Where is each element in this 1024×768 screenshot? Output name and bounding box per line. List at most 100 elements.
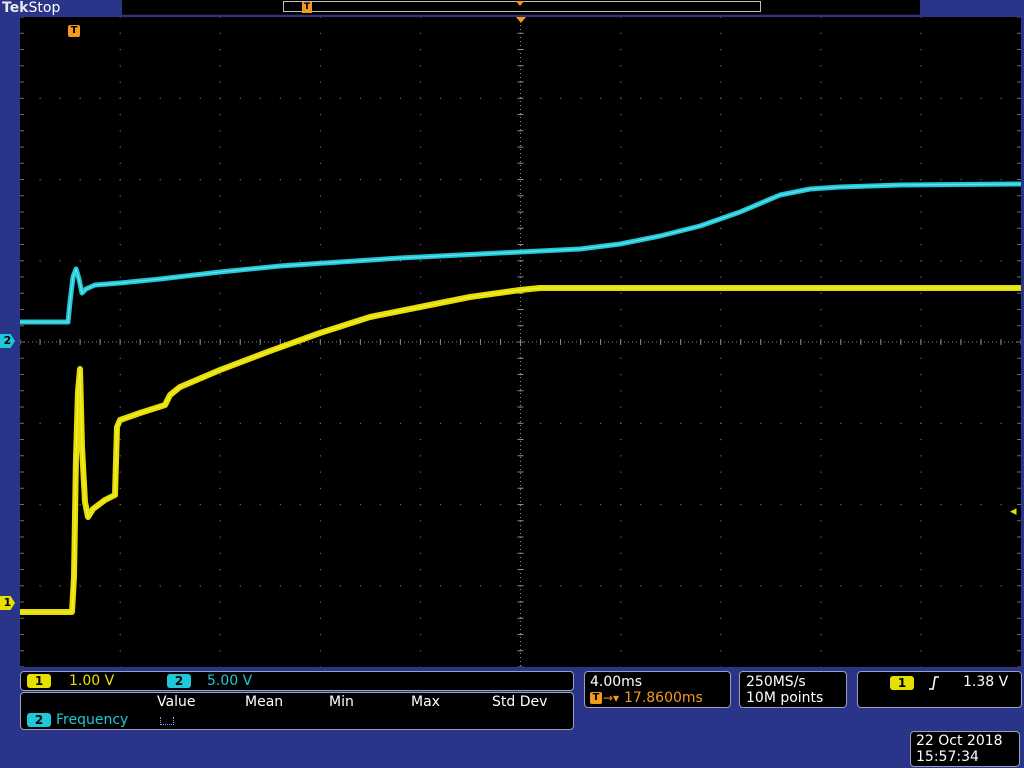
grid-dot bbox=[219, 114, 221, 116]
meas-channel-badge[interactable]: 2 bbox=[27, 713, 51, 727]
trigger-level[interactable]: 1.38 V bbox=[963, 674, 1008, 690]
grid-dot bbox=[580, 504, 582, 506]
grid-dot bbox=[920, 504, 922, 506]
grid-dot bbox=[920, 552, 922, 554]
grid-dot bbox=[720, 49, 722, 51]
grid-dot bbox=[740, 585, 742, 587]
grid-dot bbox=[119, 276, 121, 278]
grid-dot bbox=[820, 146, 822, 148]
grid-dot bbox=[459, 504, 462, 506]
grid-dot bbox=[800, 585, 802, 587]
grid-dot bbox=[319, 49, 321, 51]
grid-dot bbox=[920, 49, 922, 51]
grid-dot bbox=[79, 97, 81, 99]
grid-dot bbox=[860, 97, 862, 99]
time-per-div[interactable]: 4.00ms bbox=[590, 674, 642, 690]
grid-dot bbox=[540, 422, 542, 424]
grid-dot bbox=[419, 601, 422, 603]
grid-dot bbox=[820, 325, 822, 327]
grid-dot bbox=[820, 81, 822, 83]
grid-dot bbox=[119, 97, 121, 99]
grid-dot bbox=[960, 585, 962, 587]
grid-dot bbox=[700, 422, 702, 424]
grid-dot bbox=[920, 390, 922, 392]
acquisition-panel[interactable]: 250MS/s 10M points bbox=[739, 671, 847, 708]
grid-dot bbox=[620, 146, 622, 148]
sample-rate[interactable]: 250MS/s bbox=[746, 674, 806, 690]
grid-dot bbox=[199, 585, 201, 587]
grid-dot bbox=[319, 357, 321, 359]
grid-dot bbox=[219, 17, 221, 18]
grid-dot bbox=[620, 260, 622, 262]
grid-dot bbox=[179, 179, 181, 181]
grid-dot bbox=[319, 536, 321, 538]
ch2-ground-marker[interactable]: 2 bbox=[0, 334, 15, 348]
grid-dot bbox=[319, 130, 321, 132]
grid-dot bbox=[419, 422, 422, 424]
grid-dot bbox=[339, 422, 342, 424]
grid-dot bbox=[820, 520, 822, 522]
grid-dot bbox=[219, 374, 221, 376]
timebase-panel[interactable]: 4.00ms T →▾ 17.8600ms bbox=[584, 671, 731, 708]
grid-dot bbox=[319, 634, 321, 636]
grid-dot bbox=[720, 357, 722, 359]
grid-dot bbox=[39, 422, 41, 424]
grid-dot bbox=[720, 211, 722, 213]
grid-dot bbox=[920, 162, 922, 164]
grid-dot bbox=[620, 650, 622, 652]
grid-dot bbox=[640, 585, 642, 587]
grid-dot bbox=[219, 422, 221, 424]
meas-frequency-label[interactable]: Frequency bbox=[56, 712, 128, 728]
grid-dot bbox=[219, 130, 221, 132]
col-mean: Mean bbox=[245, 694, 284, 710]
grid-dot bbox=[920, 536, 922, 538]
grid-dot bbox=[620, 162, 622, 164]
trigger-delay-icon: T bbox=[590, 692, 602, 704]
grid-dot bbox=[820, 536, 822, 538]
grid-dot bbox=[920, 211, 922, 213]
grid-dot bbox=[620, 325, 622, 327]
grid-dot bbox=[179, 260, 181, 262]
grid-dot bbox=[299, 585, 301, 587]
grid-dot bbox=[199, 179, 201, 181]
grid-dot bbox=[319, 520, 321, 522]
waveform-display[interactable] bbox=[20, 17, 1021, 667]
ch2-badge[interactable]: 2 bbox=[167, 674, 191, 688]
trigger-delay[interactable]: 17.8600ms bbox=[624, 690, 703, 706]
grid-dot bbox=[980, 179, 982, 181]
grid-dot bbox=[419, 455, 422, 457]
ch1-badge[interactable]: 1 bbox=[27, 674, 51, 688]
ch2-scale[interactable]: 5.00 V bbox=[207, 673, 252, 689]
grid-dot bbox=[119, 49, 121, 51]
ch1-ground-marker[interactable]: 1 bbox=[0, 596, 15, 610]
grid-dot bbox=[920, 520, 922, 522]
trigger-position-marker[interactable]: T bbox=[68, 25, 80, 37]
grid-dot bbox=[820, 634, 822, 636]
grid-dot bbox=[119, 292, 121, 294]
grid-dot bbox=[820, 374, 822, 376]
grid-dot bbox=[780, 422, 782, 424]
trigger-source-badge[interactable]: 1 bbox=[890, 676, 914, 690]
grid-dot bbox=[39, 179, 41, 181]
grid-dot bbox=[740, 97, 742, 99]
trigger-level-arrow-icon[interactable]: ◂ bbox=[1010, 505, 1017, 519]
grid-dot bbox=[499, 422, 502, 424]
grid-dot bbox=[620, 406, 622, 408]
grid-dot bbox=[419, 406, 422, 408]
grid-dot bbox=[620, 601, 622, 603]
grid-dot bbox=[319, 17, 321, 18]
grid-dot bbox=[39, 260, 41, 262]
grid-dot bbox=[219, 552, 221, 554]
grid-dot bbox=[860, 179, 862, 181]
grid-dot bbox=[620, 227, 622, 229]
grid-dot bbox=[119, 81, 121, 83]
grid-dot bbox=[119, 162, 121, 164]
grid-dot bbox=[119, 634, 121, 636]
grid-dot bbox=[920, 260, 922, 262]
trigger-panel[interactable]: 1 1.38 V bbox=[857, 671, 1022, 708]
grid-dot bbox=[159, 504, 161, 506]
ch1-scale[interactable]: 1.00 V bbox=[69, 673, 114, 689]
grid-dot bbox=[780, 179, 782, 181]
grid-dot bbox=[319, 650, 321, 652]
record-length[interactable]: 10M points bbox=[746, 690, 823, 706]
